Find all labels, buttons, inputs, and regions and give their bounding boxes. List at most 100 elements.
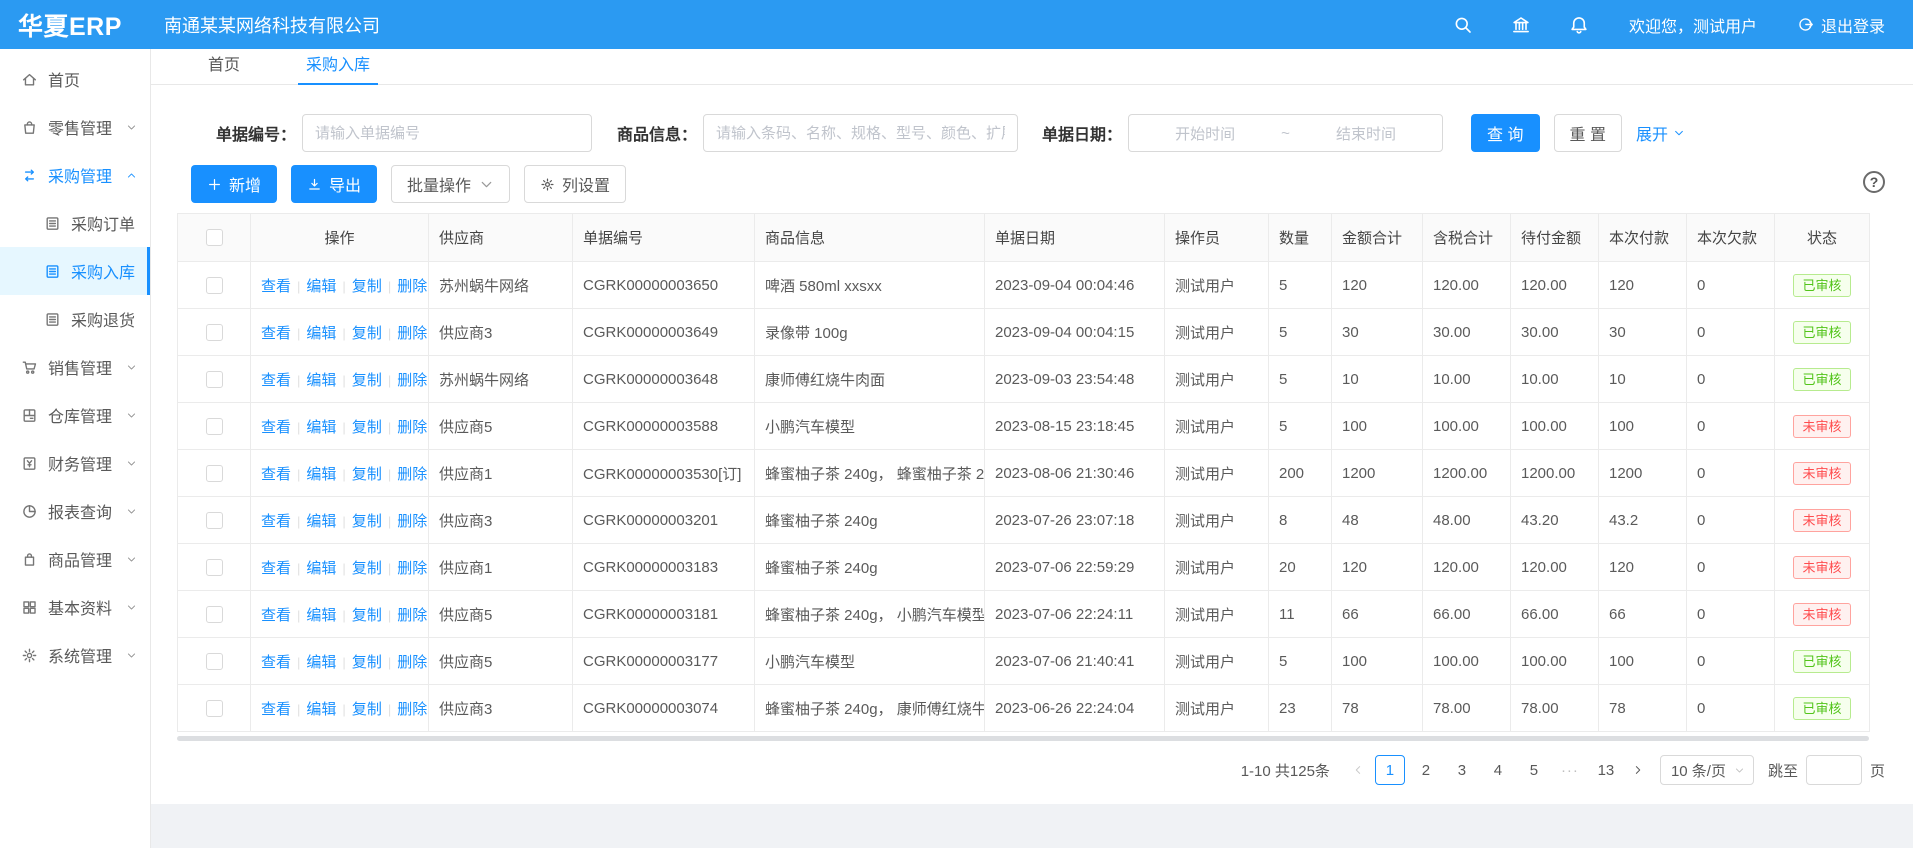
jump-page-input[interactable] [1806,755,1862,785]
next-page-icon[interactable] [1624,755,1652,785]
op-copy-link[interactable]: 复制 [352,701,382,718]
op-copy-link[interactable]: 复制 [352,419,382,436]
op-copy-link[interactable]: 复制 [352,607,382,624]
op-delete-link[interactable]: 删除 [397,466,427,483]
op-delete-link[interactable]: 删除 [397,607,427,624]
sidebar-item-finance[interactable]: 财务管理 [0,439,150,487]
op-copy-link[interactable]: 复制 [352,372,382,389]
row-checkbox[interactable] [206,512,223,529]
page-number-3[interactable]: 3 [1447,755,1477,785]
op-copy-link[interactable]: 复制 [352,325,382,342]
horizontal-scrollbar[interactable] [177,736,1869,741]
sidebar-item-purchase-inbound[interactable]: 采购入库 [0,247,150,295]
export-button[interactable]: 导出 [291,165,377,203]
search-icon[interactable] [1453,15,1473,35]
jump-unit: 页 [1870,760,1885,781]
sidebar-item-retail[interactable]: 零售管理 [0,103,150,151]
sidebar-item-system[interactable]: 系统管理 [0,631,150,679]
sidebar-item-purchase-return[interactable]: 采购退货 [0,295,150,343]
reset-button[interactable]: 重 置 [1554,114,1622,152]
op-view-link[interactable]: 查看 [261,513,291,530]
op-edit-link[interactable]: 编辑 [306,466,336,483]
op-edit-link[interactable]: 编辑 [306,419,336,436]
op-view-link[interactable]: 查看 [261,372,291,389]
bell-icon[interactable] [1569,15,1589,35]
op-edit-link[interactable]: 编辑 [306,513,336,530]
row-checkbox[interactable] [206,418,223,435]
date-range-input[interactable]: 开始时间 ~ 结束时间 [1128,114,1443,152]
row-checkbox[interactable] [206,371,223,388]
op-edit-link[interactable]: 编辑 [306,278,336,295]
page-number-4[interactable]: 4 [1483,755,1513,785]
tab-purchase-inbound[interactable]: 采购入库 [304,43,372,84]
op-copy-link[interactable]: 复制 [352,513,382,530]
op-edit-link[interactable]: 编辑 [306,607,336,624]
sidebar-item-purchase-order[interactable]: 采购订单 [0,199,150,247]
cell-amount: 1200 [1332,450,1423,497]
op-edit-link[interactable]: 编辑 [306,701,336,718]
row-checkbox[interactable] [206,559,223,576]
sidebar-item-warehouse[interactable]: 仓库管理 [0,391,150,439]
column-settings-button[interactable]: 列设置 [524,165,626,203]
row-checkbox[interactable] [206,324,223,341]
add-button[interactable]: 新增 [191,165,277,203]
op-delete-link[interactable]: 删除 [397,278,427,295]
row-checkbox[interactable] [206,277,223,294]
sidebar-item-sales[interactable]: 销售管理 [0,343,150,391]
op-view-link[interactable]: 查看 [261,607,291,624]
op-delete-link[interactable]: 删除 [397,372,427,389]
op-delete-link[interactable]: 删除 [397,419,427,436]
page-ellipsis: ··· [1555,755,1585,785]
op-edit-link[interactable]: 编辑 [306,560,336,577]
row-checkbox[interactable] [206,653,223,670]
page-number-1[interactable]: 1 [1375,755,1405,785]
row-checkbox[interactable] [206,606,223,623]
op-view-link[interactable]: 查看 [261,325,291,342]
prev-page-icon[interactable] [1344,755,1372,785]
plus-icon [207,177,222,192]
op-view-link[interactable]: 查看 [261,654,291,671]
expand-link[interactable]: 展开 [1636,121,1685,145]
op-copy-link[interactable]: 复制 [352,278,382,295]
sidebar-item-home[interactable]: 首页 [0,55,150,103]
op-delete-link[interactable]: 删除 [397,560,427,577]
row-checkbox[interactable] [206,700,223,717]
op-view-link[interactable]: 查看 [261,560,291,577]
page-size-select[interactable]: 10 条/页 [1660,755,1754,785]
help-icon[interactable]: ? [1863,171,1885,193]
row-checkbox[interactable] [206,465,223,482]
op-copy-link[interactable]: 复制 [352,560,382,577]
op-copy-link[interactable]: 复制 [352,654,382,671]
sidebar-item-basic-data[interactable]: 基本资料 [0,583,150,631]
op-delete-link[interactable]: 删除 [397,513,427,530]
cell-product: 蜂蜜柚子茶 240g [755,497,985,544]
op-view-link[interactable]: 查看 [261,701,291,718]
op-delete-link[interactable]: 删除 [397,701,427,718]
op-edit-link[interactable]: 编辑 [306,654,336,671]
sidebar-item-purchase[interactable]: 采购管理 [0,151,150,199]
tab-home[interactable]: 首页 [206,43,242,84]
sidebar-item-reports[interactable]: 报表查询 [0,487,150,535]
cell-bill-no: CGRK00000003181 [573,591,755,638]
op-view-link[interactable]: 查看 [261,278,291,295]
product-info-input[interactable] [703,114,1018,152]
op-edit-link[interactable]: 编辑 [306,372,336,389]
page-number-13[interactable]: 13 [1591,755,1621,785]
batch-actions-button[interactable]: 批量操作 [391,165,510,203]
table-row: 查看|编辑|复制|删除供应商3CGRK00000003649录像带 100g20… [178,309,1870,356]
search-button[interactable]: 查 询 [1471,114,1539,152]
bank-icon[interactable] [1511,15,1531,35]
select-all-checkbox[interactable] [206,229,223,246]
app-logo[interactable]: 华夏ERP [0,7,150,43]
logout-button[interactable]: 退出登录 [1797,13,1885,37]
page-number-5[interactable]: 5 [1519,755,1549,785]
op-delete-link[interactable]: 删除 [397,654,427,671]
bill-no-input[interactable] [302,114,592,152]
op-view-link[interactable]: 查看 [261,419,291,436]
op-delete-link[interactable]: 删除 [397,325,427,342]
op-view-link[interactable]: 查看 [261,466,291,483]
sidebar-item-goods[interactable]: 商品管理 [0,535,150,583]
op-copy-link[interactable]: 复制 [352,466,382,483]
op-edit-link[interactable]: 编辑 [306,325,336,342]
page-number-2[interactable]: 2 [1411,755,1441,785]
